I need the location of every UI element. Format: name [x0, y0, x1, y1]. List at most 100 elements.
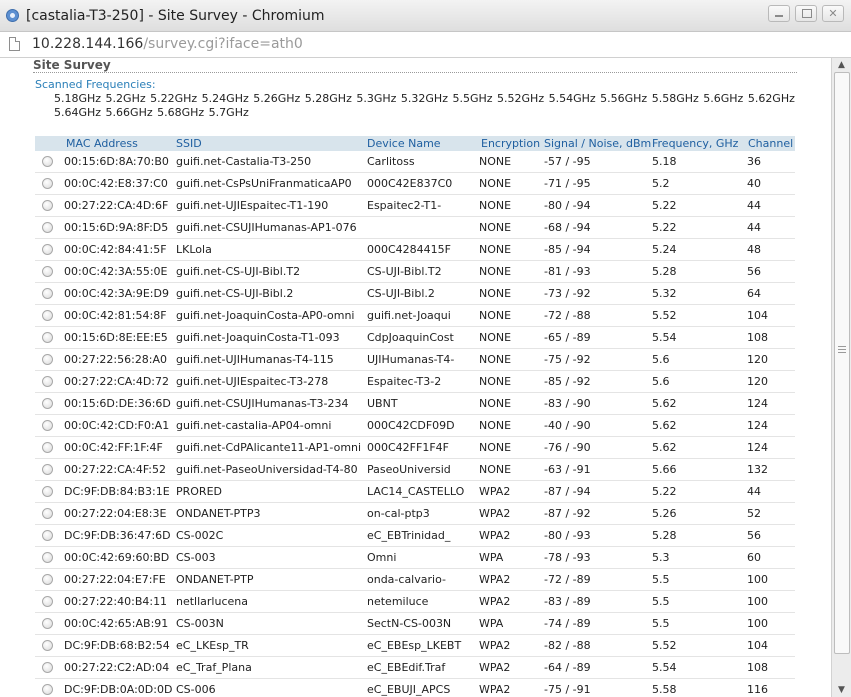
- table-row[interactable]: 00:0C:42:E8:37:C0 guifi.net-CsPsUniFranma…: [35, 173, 795, 195]
- table-row[interactable]: DC:9F:DB:84:B3:1E PRORED LAC14_CASTELLO WPA…: [35, 481, 795, 503]
- table-header: MAC Address SSID Device Name Encryption …: [35, 136, 795, 151]
- select-radio[interactable]: [42, 398, 53, 409]
- cell-frequency: 5.52: [652, 309, 677, 322]
- table-row[interactable]: 00:0C:42:CD:F0:A1 guifi.net-castalia-AP04…: [35, 415, 795, 437]
- minimize-button[interactable]: [768, 5, 790, 22]
- cell-frequency: 5.2: [652, 177, 670, 190]
- select-radio[interactable]: [42, 662, 53, 673]
- table-row[interactable]: 00:0C:42:3A:55:0E guifi.net-CS-UJI-Bibl.T…: [35, 261, 795, 283]
- select-radio[interactable]: [42, 640, 53, 651]
- table-row[interactable]: DC:9F:DB:0A:0D:0D CS-006 eC_EBUJI_APCS WPA2…: [35, 679, 795, 697]
- table-row[interactable]: 00:15:6D:DE:36:6D guifi.net-CSUJIHumanas-…: [35, 393, 795, 415]
- table-row[interactable]: 00:0C:42:84:41:5F LKLola 000C4284415F NONE -…: [35, 239, 795, 261]
- survey-table: MAC Address SSID Device Name Encryption …: [35, 136, 795, 697]
- scroll-down-arrow-icon[interactable]: ▼: [832, 683, 851, 697]
- cell-encryption: NONE: [479, 463, 512, 476]
- table-row[interactable]: 00:27:22:CA:4D:6F guifi.net-UJIEspaitec-T…: [35, 195, 795, 217]
- table-row[interactable]: 00:0C:42:65:AB:91 CS-003N SectN-CS-003N WPA…: [35, 613, 795, 635]
- table-row[interactable]: 00:27:22:CA:4F:52 guifi.net-PaseoUniversi…: [35, 459, 795, 481]
- select-radio[interactable]: [42, 574, 53, 585]
- table-row[interactable]: 00:15:6D:8A:70:B0 guifi.net-Castalia-T3-2…: [35, 151, 795, 173]
- address-bar[interactable]: 10.228.144.166/survey.cgi?iface=ath0: [0, 32, 851, 58]
- cell-ssid: guifi.net-CS-UJI-Bibl.T2: [176, 265, 301, 278]
- select-radio[interactable]: [42, 244, 53, 255]
- select-radio[interactable]: [42, 530, 53, 541]
- cell-encryption: WPA2: [479, 661, 511, 674]
- table-row[interactable]: 00:27:22:04:E8:3E ONDANET-PTP3 on-cal-ptp3…: [35, 503, 795, 525]
- table-row[interactable]: 00:15:6D:9A:8F:D5 guifi.net-CSUJIHumanas-…: [35, 217, 795, 239]
- table-row[interactable]: 00:27:22:56:28:A0 guifi.net-UJIHumanas-T4…: [35, 349, 795, 371]
- cell-device-name: UJIHumanas-T4-: [367, 353, 455, 366]
- select-radio[interactable]: [42, 508, 53, 519]
- cell-mac: 00:27:22:CA:4D:72: [64, 375, 169, 388]
- table-row[interactable]: 00:0C:42:3A:9E:D9 guifi.net-CS-UJI-Bibl.2…: [35, 283, 795, 305]
- cell-mac: 00:15:6D:DE:36:6D: [64, 397, 171, 410]
- scrollbar-thumb[interactable]: [834, 72, 850, 654]
- cell-encryption: WPA2: [479, 529, 511, 542]
- cell-device-name: CdpJoaquinCost: [367, 331, 454, 344]
- cell-channel: 120: [747, 375, 768, 388]
- cell-channel: 120: [747, 353, 768, 366]
- cell-encryption: WPA2: [479, 683, 511, 696]
- cell-encryption: NONE: [479, 441, 512, 454]
- select-radio[interactable]: [42, 222, 53, 233]
- scroll-up-arrow-icon[interactable]: ▲: [832, 58, 851, 72]
- cell-signal-noise: -65 / -89: [544, 331, 591, 344]
- vertical-scrollbar[interactable]: ▲ ▼: [831, 58, 851, 697]
- cell-encryption: NONE: [479, 265, 512, 278]
- cell-ssid: guifi.net-CSUJIHumanas-T3-234: [176, 397, 349, 410]
- select-radio[interactable]: [42, 310, 53, 321]
- select-radio[interactable]: [42, 376, 53, 387]
- select-radio[interactable]: [42, 596, 53, 607]
- select-radio[interactable]: [42, 200, 53, 211]
- cell-ssid: guifi.net-Castalia-T3-250: [176, 155, 312, 168]
- select-radio[interactable]: [42, 332, 53, 343]
- table-row[interactable]: DC:9F:DB:36:47:6D CS-002C eC_EBTrinidad_ WP…: [35, 525, 795, 547]
- cell-device-name: Espaitec-T3-2: [367, 375, 442, 388]
- table-row[interactable]: 00:0C:42:81:54:8F guifi.net-JoaquinCosta-…: [35, 305, 795, 327]
- cell-device-name: SectN-CS-003N: [367, 617, 452, 630]
- scanned-frequencies-list: 5.18GHz 5.2GHz 5.22GHz 5.24GHz 5.26GHz 5…: [54, 92, 795, 119]
- table-row[interactable]: 00:15:6D:8E:EE:E5 guifi.net-JoaquinCosta-…: [35, 327, 795, 349]
- cell-ssid: eC_Traf_Plana: [176, 661, 252, 674]
- header-ssid: SSID: [176, 137, 202, 150]
- cell-ssid: guifi.net-CSUJIHumanas-AP1-076: [176, 221, 357, 234]
- url-text[interactable]: 10.228.144.166/survey.cgi?iface=ath0: [32, 36, 303, 52]
- cell-signal-noise: -78 / -93: [544, 551, 591, 564]
- close-button[interactable]: [822, 5, 844, 22]
- select-radio[interactable]: [42, 552, 53, 563]
- select-radio[interactable]: [42, 266, 53, 277]
- cell-signal-noise: -87 / -92: [544, 507, 591, 520]
- cell-channel: 40: [747, 177, 761, 190]
- table-row[interactable]: 00:0C:42:69:60:BD CS-003 Omni WPA -78 / -93 5…: [35, 547, 795, 569]
- select-radio[interactable]: [42, 156, 53, 167]
- select-radio[interactable]: [42, 420, 53, 431]
- cell-device-name: netemiluce: [367, 595, 429, 608]
- table-row[interactable]: 00:27:22:04:E7:FE ONDANET-PTP onda-calvari…: [35, 569, 795, 591]
- select-radio[interactable]: [42, 354, 53, 365]
- cell-channel: 52: [747, 507, 761, 520]
- table-row[interactable]: 00:27:22:C2:AD:04 eC_Traf_Plana eC_EBEdif.…: [35, 657, 795, 679]
- cell-mac: 00:0C:42:65:AB:91: [64, 617, 169, 630]
- cell-ssid: guifi.net-UJIEspaitec-T1-190: [176, 199, 329, 212]
- select-radio[interactable]: [42, 684, 53, 695]
- table-row[interactable]: 00:27:22:40:B4:11 netllarlucena netemiluce…: [35, 591, 795, 613]
- table-row[interactable]: DC:9F:DB:68:B2:54 eC_LKEsp_TR eC_EBEsp_LKE…: [35, 635, 795, 657]
- select-radio[interactable]: [42, 178, 53, 189]
- table-row[interactable]: 00:27:22:CA:4D:72 guifi.net-UJIEspaitec-T…: [35, 371, 795, 393]
- select-radio[interactable]: [42, 618, 53, 629]
- table-row[interactable]: 00:0C:42:FF:1F:4F guifi.net-CdPAlicante11…: [35, 437, 795, 459]
- select-radio[interactable]: [42, 288, 53, 299]
- cell-device-name: CS-UJI-Bibl.2: [367, 287, 435, 300]
- cell-encryption: NONE: [479, 353, 512, 366]
- url-host: 10.228.144.166: [32, 36, 144, 52]
- cell-encryption: NONE: [479, 177, 512, 190]
- maximize-button[interactable]: [795, 5, 817, 22]
- cell-frequency: 5.26: [652, 507, 677, 520]
- cell-frequency: 5.3: [652, 551, 670, 564]
- cell-encryption: NONE: [479, 419, 512, 432]
- select-radio[interactable]: [42, 442, 53, 453]
- select-radio[interactable]: [42, 486, 53, 497]
- cell-signal-noise: -73 / -92: [544, 287, 591, 300]
- select-radio[interactable]: [42, 464, 53, 475]
